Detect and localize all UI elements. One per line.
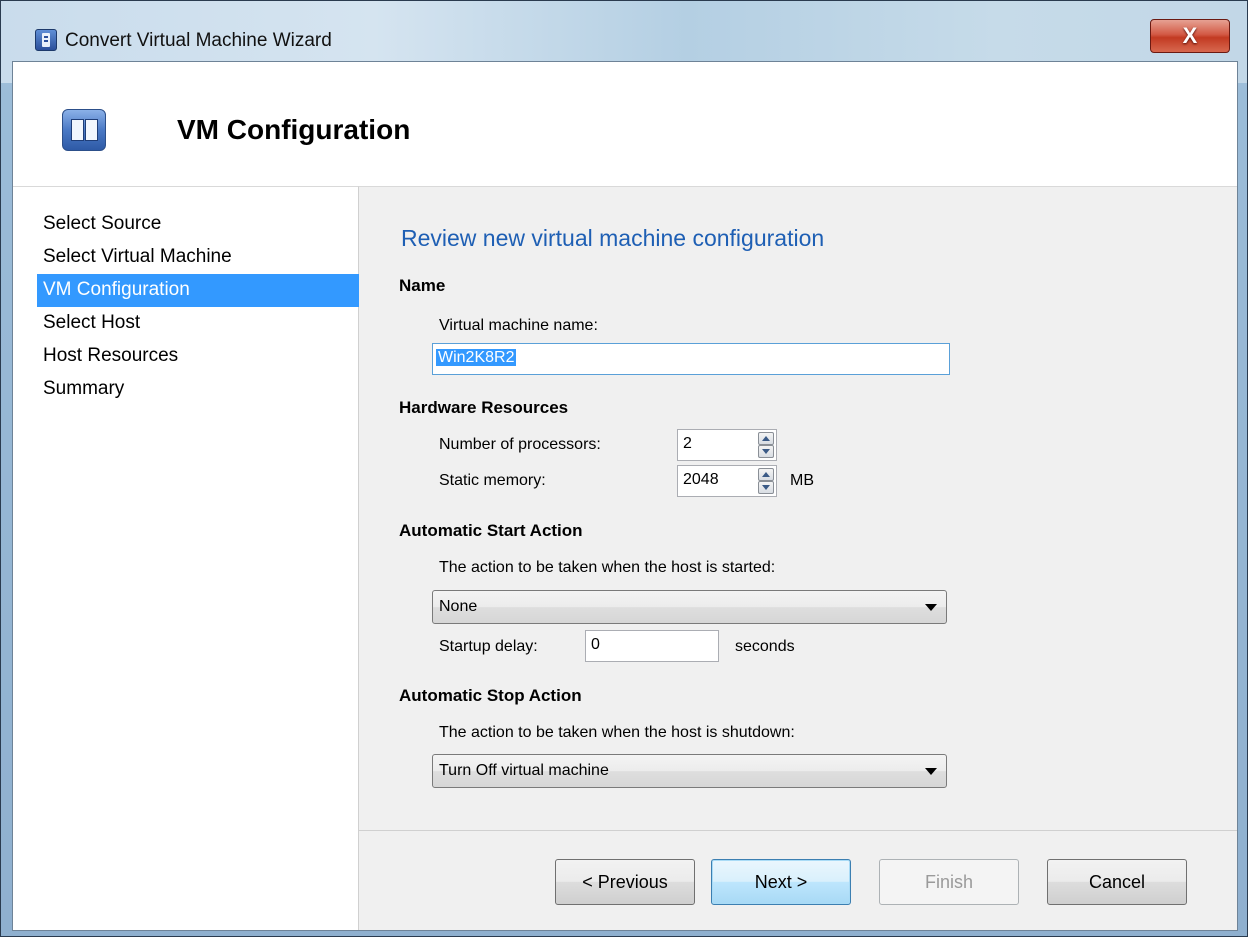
stop-action-select[interactable]: Turn Off virtual machine: [432, 754, 947, 788]
memory-stepper[interactable]: 2048: [677, 465, 777, 497]
nav-item-host-resources[interactable]: Host Resources: [37, 340, 359, 373]
close-button[interactable]: X: [1150, 19, 1230, 53]
startup-delay-value: 0: [591, 636, 600, 653]
startup-delay-input[interactable]: 0: [585, 630, 719, 662]
memory-unit: MB: [790, 472, 814, 489]
processors-down-arrow-icon[interactable]: [758, 445, 774, 458]
start-action-description: The action to be taken when the host is …: [439, 559, 776, 576]
startup-delay-label: Startup delay:: [439, 638, 538, 655]
vm-name-value: Win2K8R2: [436, 349, 517, 366]
memory-value: 2048: [683, 471, 719, 488]
stop-action-heading: Automatic Stop Action: [399, 686, 582, 705]
processors-up-arrow-icon[interactable]: [758, 432, 774, 445]
wizard-client: VM Configuration Select Source Select Vi…: [12, 61, 1238, 931]
vm-name-input[interactable]: Win2K8R2: [432, 343, 950, 375]
stop-action-value: Turn Off virtual machine: [439, 762, 609, 779]
start-action-select[interactable]: None: [432, 590, 947, 624]
cancel-button[interactable]: Cancel: [1047, 859, 1187, 905]
main-panel: Review new virtual machine configuration…: [359, 186, 1237, 830]
nav-item-vm-configuration[interactable]: VM Configuration: [37, 274, 359, 307]
wizard-steps-nav: Select Source Select Virtual Machine VM …: [13, 186, 359, 930]
nav-item-select-source[interactable]: Select Source: [37, 208, 359, 241]
memory-up-arrow-icon[interactable]: [758, 468, 774, 481]
wizard-window: Convert Virtual Machine Wizard X VM Conf…: [0, 0, 1248, 937]
chevron-down-icon: [925, 604, 937, 611]
memory-label: Static memory:: [439, 472, 546, 489]
vm-name-label: Virtual machine name:: [439, 317, 598, 334]
nav-item-select-virtual-machine[interactable]: Select Virtual Machine: [37, 241, 359, 274]
processors-value: 2: [683, 435, 692, 452]
nav-item-summary[interactable]: Summary: [37, 373, 359, 406]
processors-stepper[interactable]: 2: [677, 429, 777, 461]
previous-button[interactable]: < Previous: [555, 859, 695, 905]
start-action-heading: Automatic Start Action: [399, 521, 583, 540]
stop-action-description: The action to be taken when the host is …: [439, 724, 795, 741]
hardware-resources-heading: Hardware Resources: [399, 398, 569, 417]
name-heading: Name: [399, 276, 446, 295]
chevron-down-icon: [925, 768, 937, 775]
finish-button[interactable]: Finish: [879, 859, 1019, 905]
wizard-header: VM Configuration: [13, 62, 1237, 186]
startup-delay-unit: seconds: [735, 638, 795, 655]
next-button[interactable]: Next >: [711, 859, 851, 905]
wizard-footer: < Previous Next > Finish Cancel: [359, 830, 1237, 930]
memory-down-arrow-icon[interactable]: [758, 481, 774, 494]
start-action-value: None: [439, 598, 478, 615]
section-title: Review new virtual machine configuration: [401, 225, 825, 251]
nav-item-select-host[interactable]: Select Host: [37, 307, 359, 340]
app-icon: [35, 29, 57, 51]
vm-config-icon: [62, 109, 106, 151]
page-title: VM Configuration: [177, 114, 411, 145]
processors-label: Number of processors:: [439, 436, 601, 453]
window-title: Convert Virtual Machine Wizard: [65, 30, 332, 51]
